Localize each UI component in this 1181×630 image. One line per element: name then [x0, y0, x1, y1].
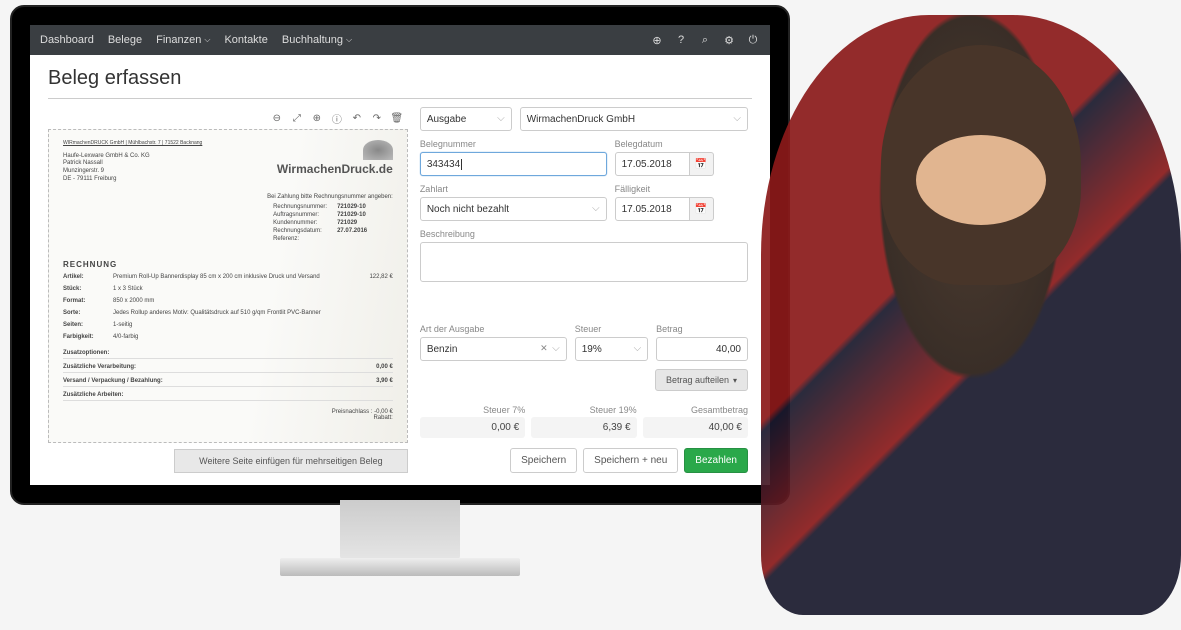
beschreibung-textarea[interactable] [420, 242, 748, 282]
doc-logo: WirmachenDruck.de [277, 162, 393, 176]
power-icon[interactable]: ⏻ [746, 33, 760, 47]
gear-icon[interactable]: ⚙ [722, 33, 736, 47]
steuer-select[interactable]: 19% [575, 337, 648, 361]
faelligkeit-input[interactable]: 17.05.2018 [615, 197, 690, 221]
monitor-frame: Dashboard Belege Finanzen⌵ Kontakte Buch… [10, 5, 790, 505]
art-select[interactable]: Benzin✕ [420, 337, 567, 361]
save-new-button[interactable]: Speichern + neu [583, 448, 678, 473]
total-19: 6,39 € [531, 417, 636, 438]
calendar-icon[interactable]: 📅 [690, 152, 714, 176]
content-area: Beleg erfassen ⊖ ⤢ ⊕ ⓘ ↶ ↷ 🗑 [30, 55, 770, 485]
document-preview[interactable]: WIRmachenDRUCK GmbH | Mühlbachstr. 7 | 7… [48, 129, 408, 443]
totals-row: Steuer 7% 0,00 € Steuer 19% 6,39 € Gesam… [420, 405, 748, 438]
nav-belege[interactable]: Belege [108, 34, 142, 46]
vendor-select[interactable]: WirmachenDruck GmbH [520, 107, 748, 131]
caret-down-icon: ▾ [733, 376, 737, 385]
app-screen: Dashboard Belege Finanzen⌵ Kontakte Buch… [30, 25, 770, 485]
nav-dashboard[interactable]: Dashboard [40, 34, 94, 46]
chevron-down-icon: ⌵ [346, 35, 352, 45]
steuer-label: Steuer [575, 324, 648, 334]
nav-buchhaltung[interactable]: Buchhaltung⌵ [282, 34, 352, 46]
two-column-layout: ⊖ ⤢ ⊕ ⓘ ↶ ↷ 🗑 WIRmachenDRUCK GmbH | Mühl… [48, 107, 752, 473]
divider [48, 98, 752, 99]
info-icon[interactable]: ⓘ [330, 111, 344, 125]
action-buttons: Speichern Speichern + neu Bezahlen [420, 448, 748, 473]
nav-finanzen[interactable]: Finanzen⌵ [156, 34, 210, 46]
belegdatum-input[interactable]: 17.05.2018 [615, 152, 690, 176]
belegnummer-input[interactable]: 343434 [420, 152, 607, 176]
nav-kontakte[interactable]: Kontakte [224, 34, 267, 46]
delete-icon[interactable]: 🗑 [390, 111, 404, 125]
total-7: 0,00 € [420, 417, 525, 438]
nav-right: ⊕ ? ⌕ ⚙ ⏻ [650, 33, 760, 47]
rotate-left-icon[interactable]: ↶ [350, 111, 364, 125]
belegnummer-label: Belegnummer [420, 139, 607, 149]
zoom-in-icon[interactable]: ⊕ [310, 111, 324, 125]
nav-left: Dashboard Belege Finanzen⌵ Kontakte Buch… [40, 34, 352, 46]
form-column: Ausgabe WirmachenDruck GmbH Belegnummer … [420, 107, 752, 473]
save-button[interactable]: Speichern [510, 448, 577, 473]
doc-section-title: RECHNUNG [63, 260, 393, 269]
zahlart-select[interactable]: Noch nicht bezahlt [420, 197, 607, 221]
clear-icon[interactable]: ✕ [540, 343, 548, 354]
faelligkeit-label: Fälligkeit [615, 184, 748, 194]
doc-logo-area: WirmachenDruck.de [277, 140, 393, 184]
pay-button[interactable]: Bezahlen [684, 448, 748, 473]
betrag-label: Betrag [656, 324, 748, 334]
document-column: ⊖ ⤢ ⊕ ⓘ ↶ ↷ 🗑 WIRmachenDRUCK GmbH | Mühl… [48, 107, 408, 473]
rotate-right-icon[interactable]: ↷ [370, 111, 384, 125]
person-photo [761, 15, 1181, 615]
doc-address: WIRmachenDRUCK GmbH | Mühlbachstr. 7 | 7… [63, 140, 202, 184]
page-title: Beleg erfassen [48, 67, 752, 90]
top-navbar: Dashboard Belege Finanzen⌵ Kontakte Buch… [30, 25, 770, 55]
split-amount-button[interactable]: Betrag aufteilen▾ [655, 369, 748, 391]
belegdatum-label: Belegdatum [615, 139, 748, 149]
calendar-icon[interactable]: 📅 [690, 197, 714, 221]
beschreibung-label: Beschreibung [420, 229, 748, 239]
help-icon[interactable]: ? [674, 33, 688, 47]
type-select[interactable]: Ausgabe [420, 107, 512, 131]
zahlart-label: Zahlart [420, 184, 607, 194]
zoom-out-icon[interactable]: ⊖ [270, 111, 284, 125]
monitor-base [280, 558, 520, 576]
chevron-down-icon: ⌵ [204, 35, 210, 45]
add-icon[interactable]: ⊕ [650, 33, 664, 47]
monitor-stand [340, 500, 460, 560]
doc-toolbar: ⊖ ⤢ ⊕ ⓘ ↶ ↷ 🗑 [48, 107, 408, 129]
betrag-input[interactable]: 40,00 [656, 337, 748, 361]
art-label: Art der Ausgabe [420, 324, 567, 334]
search-icon[interactable]: ⌕ [698, 33, 712, 47]
expand-icon[interactable]: ⤢ [290, 111, 304, 125]
total-sum: 40,00 € [643, 417, 748, 438]
doc-meta: Bei Zahlung bitte Rechnungsnummer angebe… [63, 194, 393, 244]
add-page-button[interactable]: Weitere Seite einfügen für mehrseitigen … [174, 449, 408, 473]
